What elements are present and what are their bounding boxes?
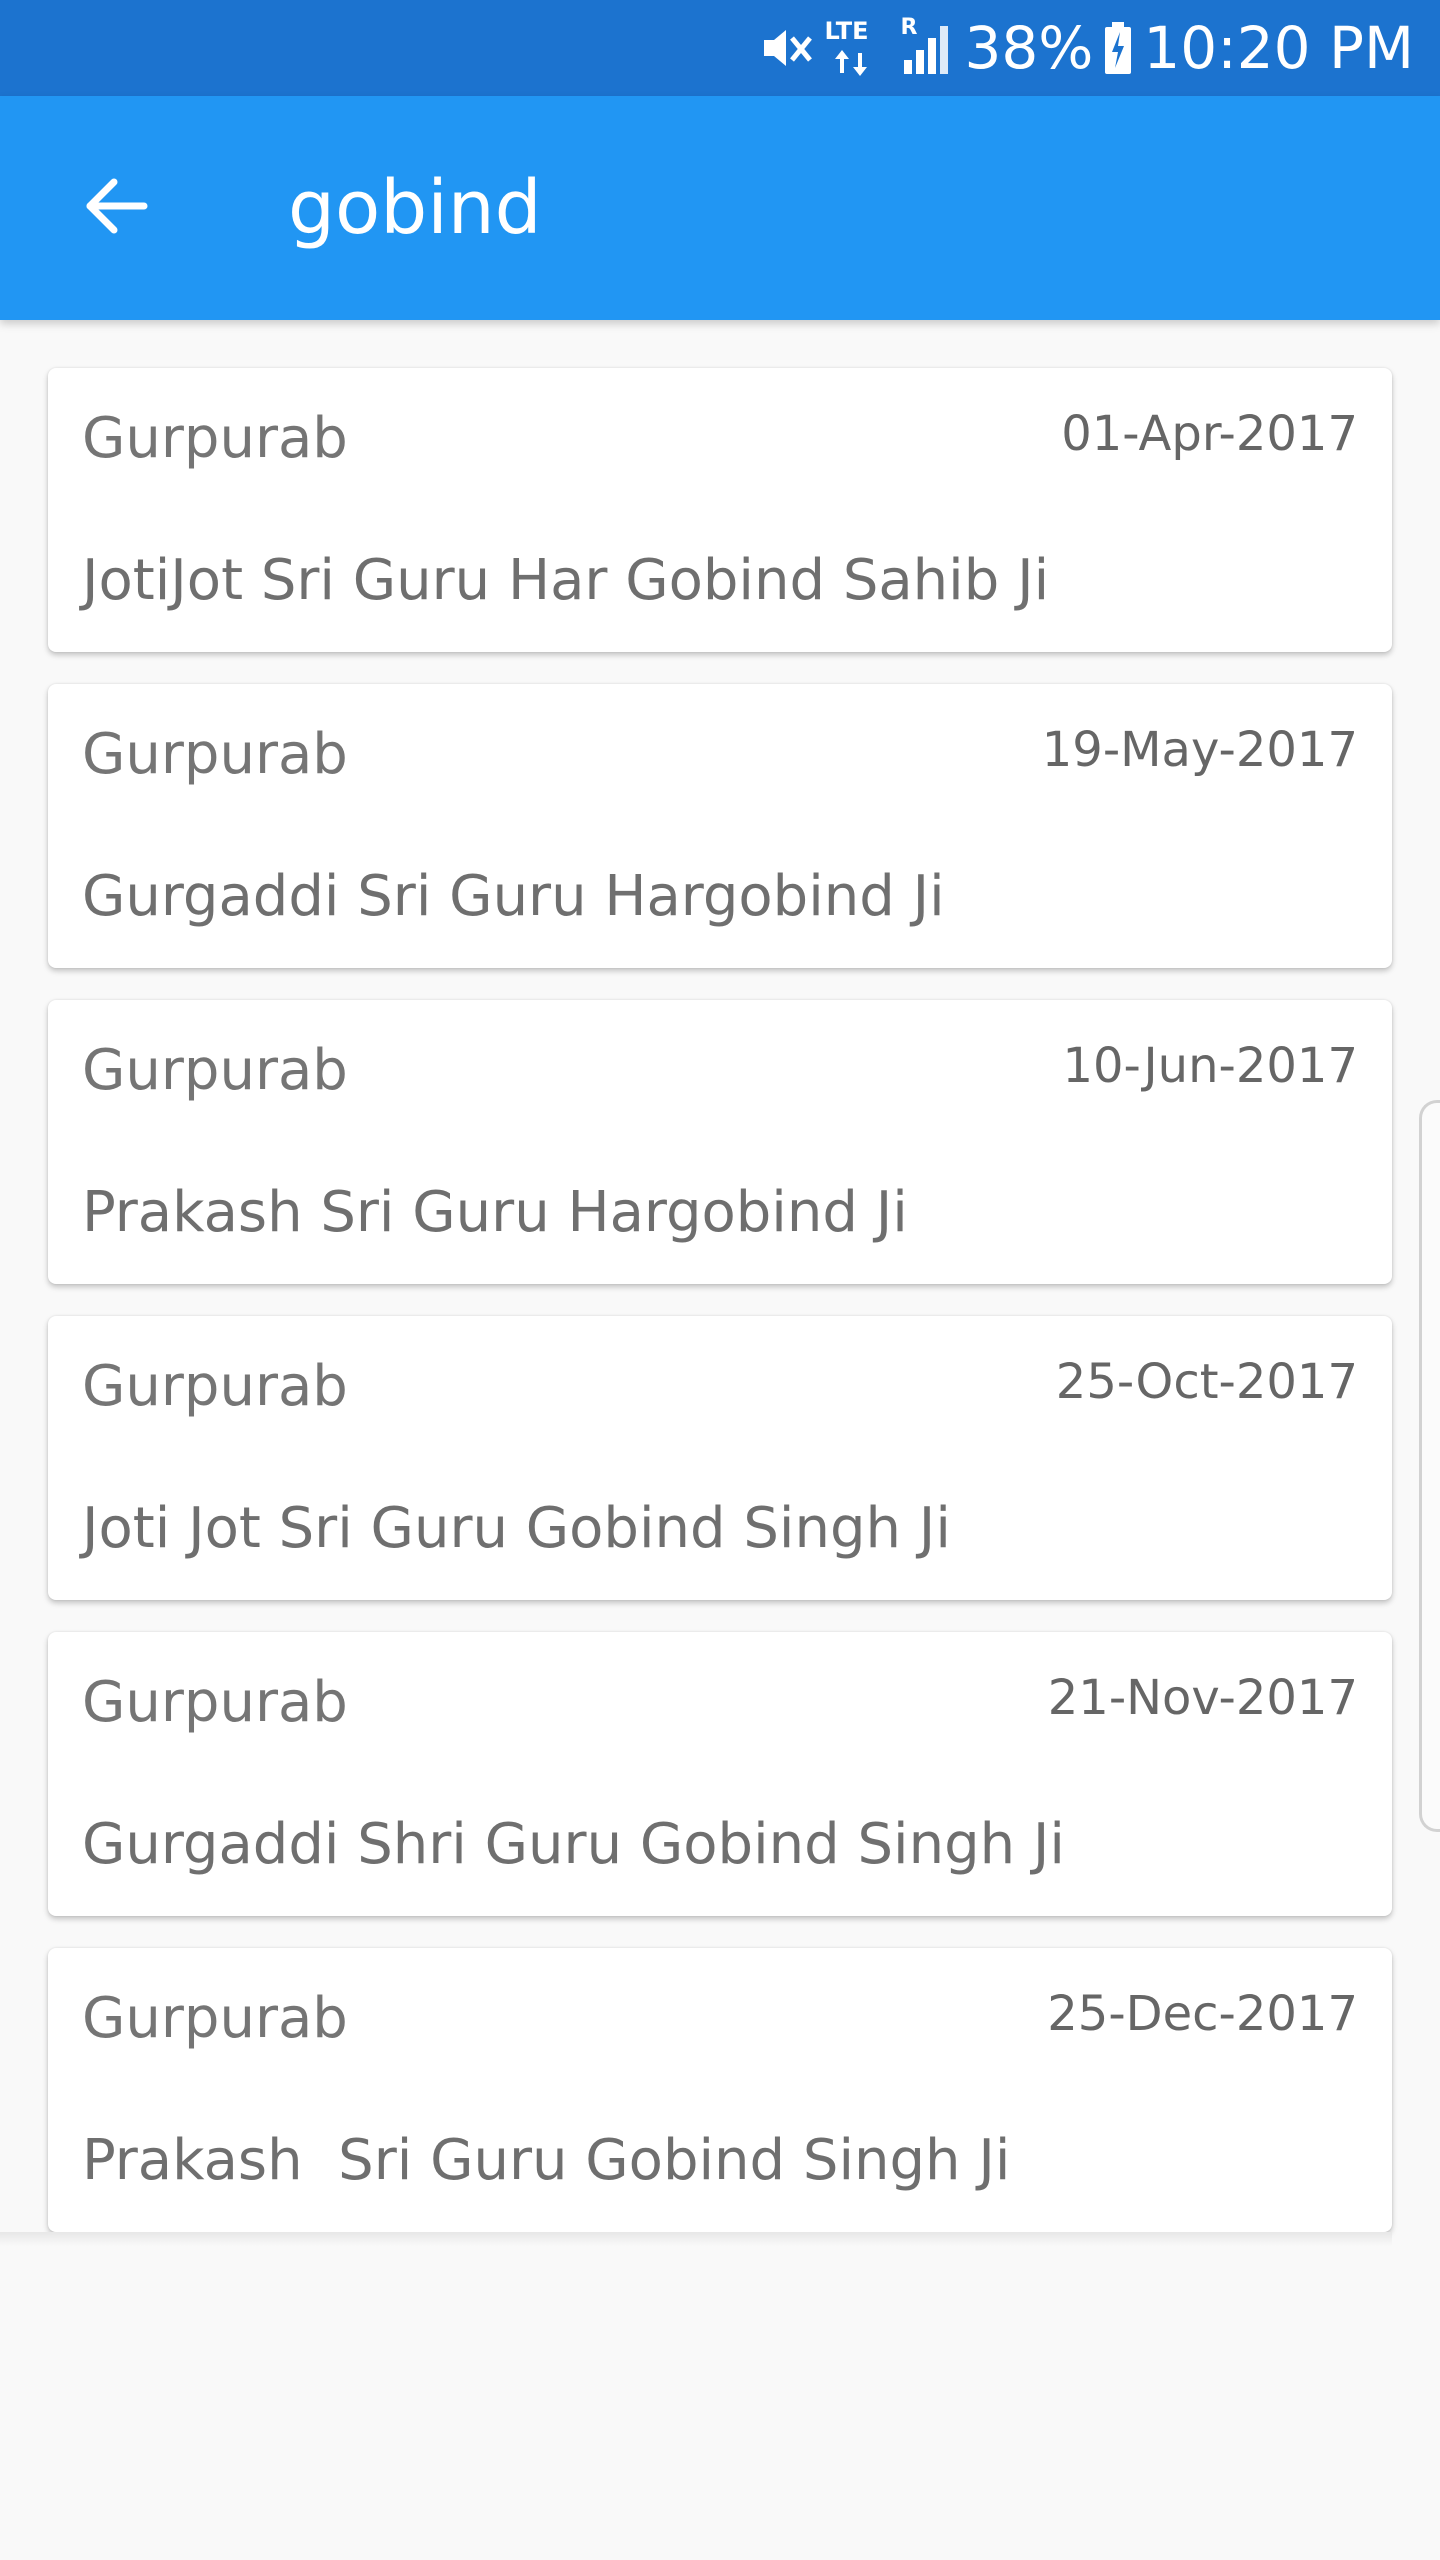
- event-date: 25-Dec-2017: [1047, 1986, 1358, 2042]
- event-card[interactable]: Gurpurab 01-Apr-2017 JotiJot Sri Guru Ha…: [48, 368, 1392, 652]
- event-card[interactable]: Gurpurab 25-Oct-2017 Joti Jot Sri Guru G…: [48, 1316, 1392, 1600]
- event-title: Gurgaddi Sri Guru Hargobind Ji: [82, 864, 945, 929]
- event-category: Gurpurab: [82, 1354, 348, 1419]
- event-card[interactable]: Gurpurab 10-Jun-2017 Prakash Sri Guru Ha…: [48, 1000, 1392, 1284]
- event-date: 21-Nov-2017: [1047, 1670, 1358, 1726]
- event-card[interactable]: Gurpurab 21-Nov-2017 Gurgaddi Shri Guru …: [48, 1632, 1392, 1916]
- back-button[interactable]: [60, 152, 172, 264]
- event-date: 25-Oct-2017: [1055, 1354, 1358, 1410]
- signal-icon: R: [898, 16, 954, 78]
- event-category: Gurpurab: [82, 1038, 348, 1103]
- page-title: gobind: [288, 165, 542, 251]
- event-category: Gurpurab: [82, 1986, 348, 2051]
- status-bar: LTE R 38% 10:20 PM: [0, 0, 1440, 96]
- battery-percent: 38%: [964, 14, 1094, 82]
- battery-charging-icon: [1103, 20, 1133, 76]
- event-date: 10-Jun-2017: [1062, 1038, 1358, 1094]
- app-bar: gobind: [0, 96, 1440, 320]
- event-title: Gurgaddi Shri Guru Gobind Singh Ji: [82, 1812, 1065, 1877]
- event-category: Gurpurab: [82, 1670, 348, 1735]
- event-title: Prakash Sri Guru Gobind Singh Ji: [82, 2128, 1011, 2193]
- clock: 10:20 PM: [1143, 14, 1414, 82]
- event-title: Prakash Sri Guru Hargobind Ji: [82, 1180, 908, 1245]
- mute-vibrate-icon: [758, 20, 814, 76]
- arrow-back-icon: [84, 174, 148, 242]
- lte-data-icon: LTE: [824, 18, 888, 78]
- event-card[interactable]: Gurpurab 25-Dec-2017 Prakash Sri Guru Go…: [48, 1948, 1392, 2232]
- event-card[interactable]: Gurpurab 19-May-2017 Gurgaddi Sri Guru H…: [48, 684, 1392, 968]
- event-category: Gurpurab: [82, 722, 348, 787]
- edge-panel-handle[interactable]: [1419, 1100, 1440, 1832]
- event-title: Joti Jot Sri Guru Gobind Singh Ji: [82, 1496, 951, 1561]
- event-date: 01-Apr-2017: [1061, 406, 1358, 462]
- event-title: JotiJot Sri Guru Har Gobind Sahib Ji: [82, 548, 1050, 613]
- status-icons: LTE R 38% 10:20 PM: [758, 0, 1414, 96]
- event-category: Gurpurab: [82, 406, 348, 471]
- lte-label: LTE: [824, 17, 869, 45]
- list-bottom-divider: [0, 2232, 1392, 2246]
- event-list: Gurpurab 01-Apr-2017 JotiJot Sri Guru Ha…: [48, 368, 1392, 2264]
- event-date: 19-May-2017: [1041, 722, 1358, 778]
